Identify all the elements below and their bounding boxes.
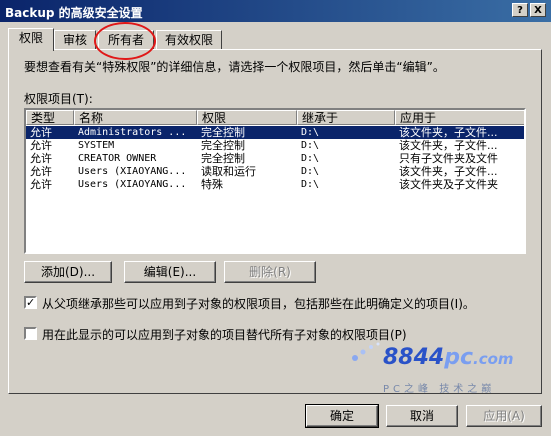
cell-inherited: D:\ <box>301 153 320 164</box>
cell-permission: 完全控制 <box>201 126 245 139</box>
cell-name: CREATOR OWNER <box>78 153 157 164</box>
cell-name: Users (XIAOYANG... <box>78 179 187 190</box>
help-button[interactable]: ? <box>512 3 528 17</box>
ok-button[interactable]: 确定 <box>305 404 379 428</box>
list-item[interactable]: 允许 CREATOR OWNER 完全控制 D:\ 只有子文件夹及文件 <box>26 152 524 165</box>
replace-child-permissions-checkbox[interactable] <box>24 327 37 340</box>
cell-name: SYSTEM <box>78 140 115 151</box>
cell-applies: 只有子文件夹及文件 <box>399 152 498 165</box>
column-header-applies[interactable]: 应用于 <box>395 110 524 125</box>
column-header-type[interactable]: 类型 <box>26 110 74 125</box>
list-header: 类型 名称 权限 继承于 应用于 <box>26 110 524 125</box>
apply-button[interactable]: 应用(A) <box>466 405 542 427</box>
cell-permission: 特殊 <box>201 178 223 191</box>
watermark-logo-pc: pc <box>444 345 474 370</box>
permission-entries-list[interactable]: 类型 名称 权限 继承于 应用于 允许 Administrators ... 完… <box>24 108 526 254</box>
column-header-permission[interactable]: 权限 <box>197 110 297 125</box>
watermark-logo-domain: .com <box>473 350 514 368</box>
inherit-checkbox-label[interactable]: 从父项继承那些可以应用到子对象的权限项目，包括那些在此明确定义的项目(I)。 <box>42 295 475 312</box>
cell-applies: 该文件夹及子文件夹 <box>399 178 498 191</box>
watermark-logo: 8844pc.com <box>383 345 514 370</box>
list-item[interactable]: 允许 Users (XIAOYANG... 读取和运行 D:\ 该文件夹，子文件… <box>26 165 524 178</box>
cell-type: 允许 <box>30 126 52 139</box>
edit-button[interactable]: 编辑(E)... <box>124 261 216 283</box>
tab-permissions[interactable]: 权限 <box>8 28 54 51</box>
close-button[interactable]: X <box>530 3 546 17</box>
permission-entries-label: 权限项目(T): <box>24 92 93 106</box>
cell-name: Users (XIAOYANG... <box>78 166 187 177</box>
cell-type: 允许 <box>30 139 52 152</box>
list-item[interactable]: 允许 Administrators ... 完全控制 D:\ 该文件夹，子文件.… <box>26 126 524 139</box>
cancel-button[interactable]: 取消 <box>386 405 458 427</box>
cell-applies: 该文件夹，子文件... <box>399 165 498 178</box>
cell-permission: 完全控制 <box>201 139 245 152</box>
cell-inherited: D:\ <box>301 166 320 177</box>
remove-button[interactable]: 删除(R) <box>224 261 316 283</box>
list-item[interactable]: 允许 Users (XIAOYANG... 特殊 D:\ 该文件夹及子文件夹 <box>26 178 524 191</box>
title-bar: Backup 的高级安全设置 ? X <box>0 0 551 22</box>
tab-auditing[interactable]: 审核 <box>54 30 96 50</box>
cell-type: 允许 <box>30 152 52 165</box>
add-button[interactable]: 添加(D)... <box>24 261 112 283</box>
cell-inherited: D:\ <box>301 140 320 151</box>
cell-applies: 该文件夹，子文件... <box>399 139 498 152</box>
intro-text: 要想查看有关“特殊权限”的详细信息，请选择一个权限项目，然后单击“编辑”。 <box>24 60 445 74</box>
column-header-name[interactable]: 名称 <box>74 110 197 125</box>
list-item[interactable]: 允许 SYSTEM 完全控制 D:\ 该文件夹，子文件... <box>26 139 524 152</box>
cell-name: Administrators ... <box>78 127 187 138</box>
window-title: Backup 的高级安全设置 <box>5 6 143 20</box>
watermark-swoosh-icon <box>352 342 380 361</box>
cell-permission: 完全控制 <box>201 152 245 165</box>
cell-type: 允许 <box>30 178 52 191</box>
tab-effective-permissions[interactable]: 有效权限 <box>156 30 222 50</box>
cell-applies: 该文件夹，子文件... <box>399 126 498 139</box>
watermark-logo-number: 8844 <box>383 345 445 370</box>
column-header-inherited[interactable]: 继承于 <box>297 110 395 125</box>
inherit-checkbox[interactable]: ✓ <box>24 296 37 309</box>
cell-type: 允许 <box>30 165 52 178</box>
cell-permission: 读取和运行 <box>201 165 256 178</box>
watermark-tagline: PC之峰 技术之巅 <box>383 384 496 395</box>
annotation-circle <box>94 22 156 60</box>
cell-inherited: D:\ <box>301 179 320 190</box>
cell-inherited: D:\ <box>301 127 320 138</box>
